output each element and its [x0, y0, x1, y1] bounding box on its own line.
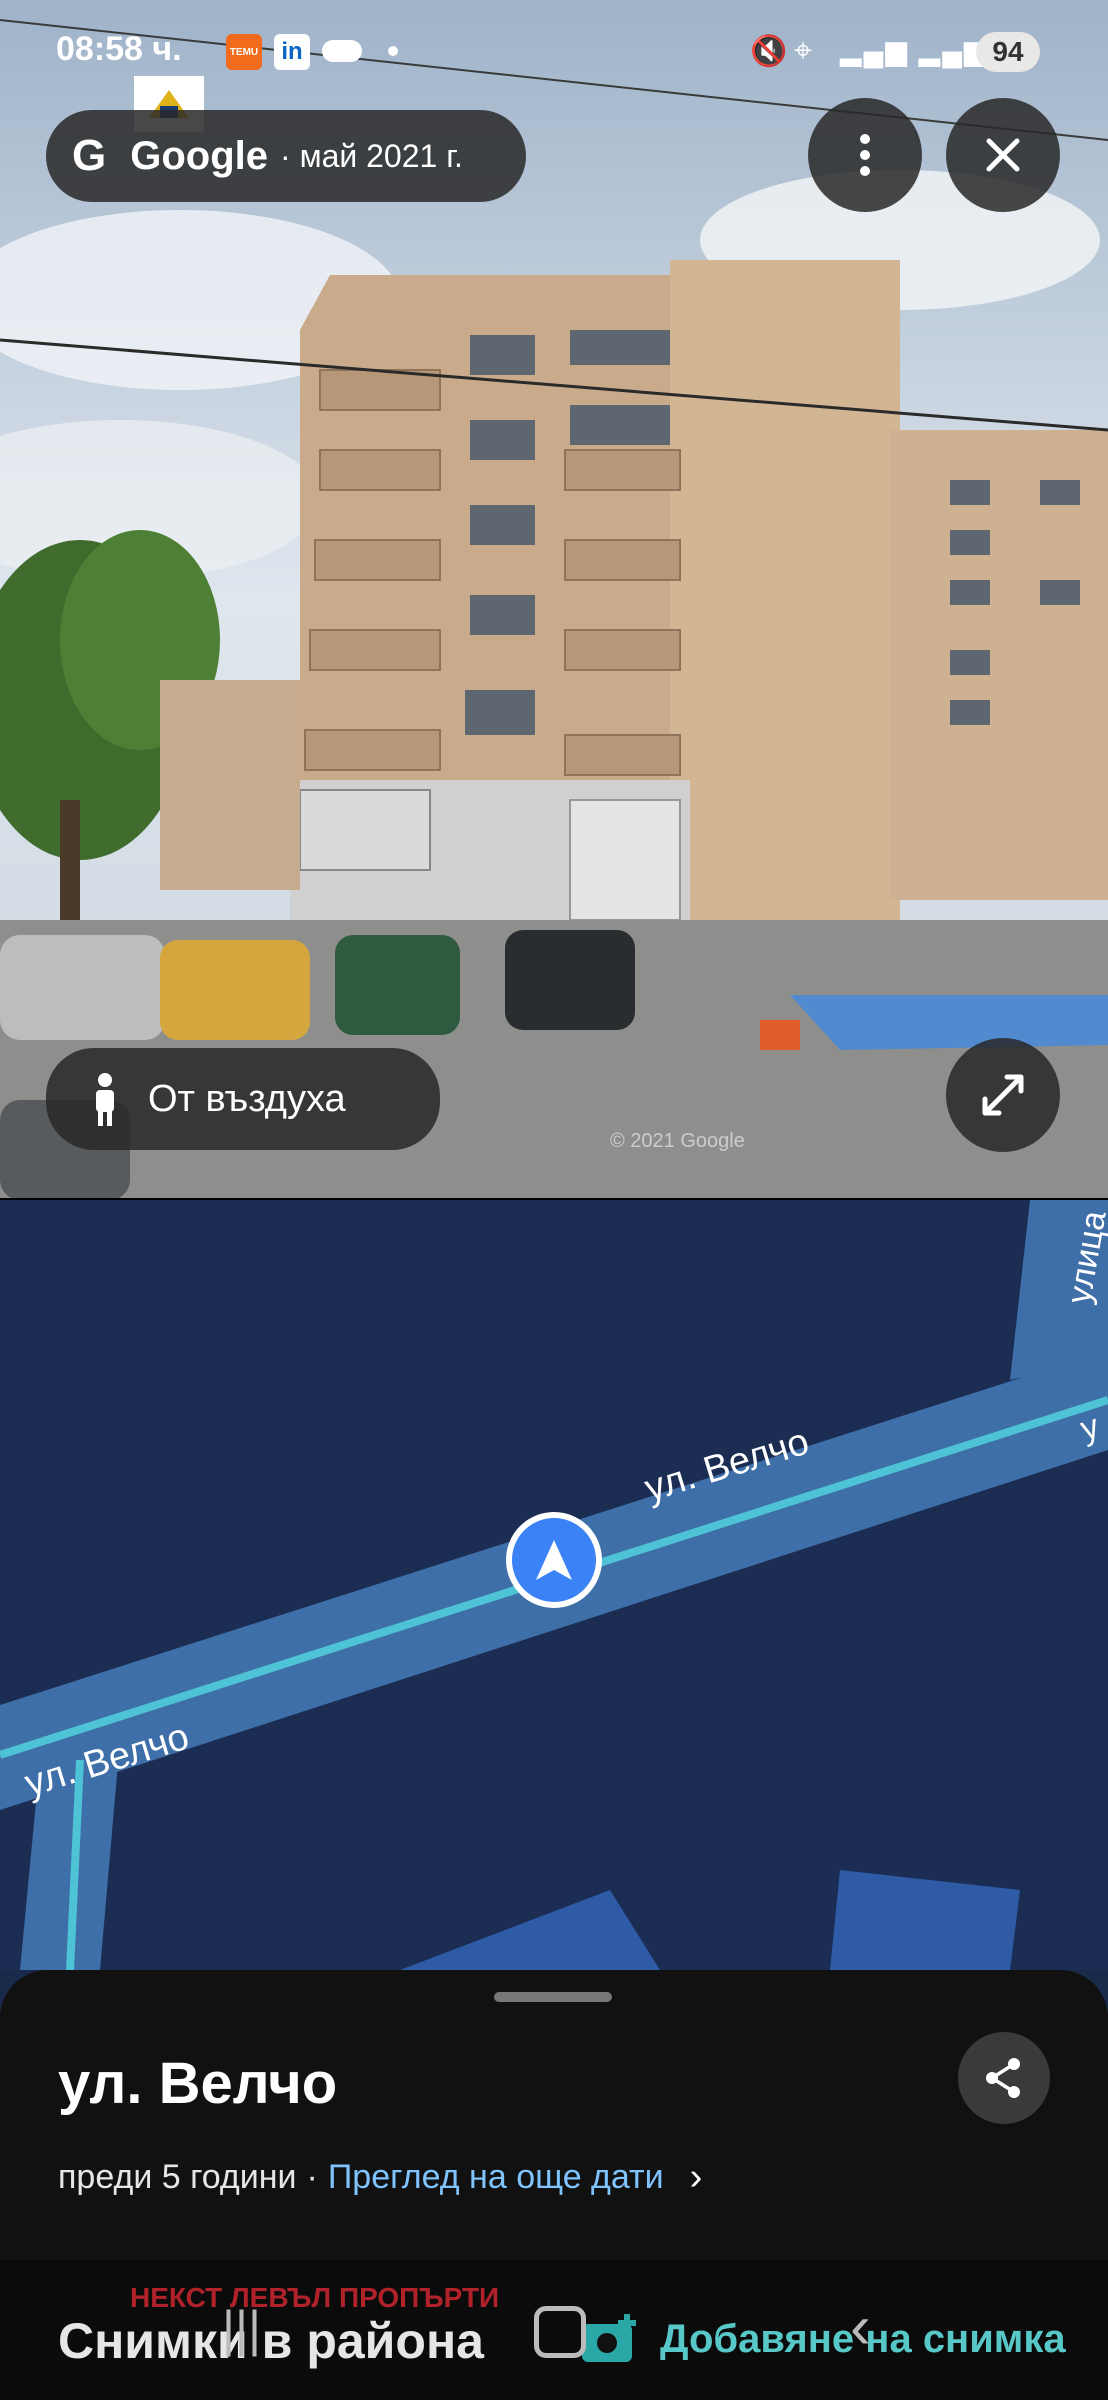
imagery-info-chip[interactable]: G Google · май 2021 г. — [46, 110, 526, 202]
recent-apps-icon[interactable]: ||| — [222, 2300, 261, 2358]
more-options-button[interactable] — [808, 98, 922, 212]
fullscreen-button[interactable] — [946, 1038, 1060, 1152]
more-vert-icon — [860, 134, 870, 176]
person-icon — [96, 1073, 114, 1126]
google-g-icon: G — [72, 131, 107, 180]
add-photo-icon — [582, 2314, 636, 2362]
add-photo-button[interactable]: Добавяне на снимка — [580, 2312, 1066, 2366]
share-icon — [986, 2058, 1020, 2098]
home-icon[interactable] — [534, 2306, 586, 2358]
notification-dot-icon — [388, 46, 398, 56]
more-dates-link[interactable]: Преглед на още дати — [328, 2158, 664, 2197]
cloud-icon — [322, 40, 362, 62]
share-button[interactable] — [958, 2032, 1050, 2124]
capture-date: · май 2021 г. — [280, 137, 463, 174]
place-title: ул. Велчо — [58, 2051, 338, 2116]
overlay-company-text: НЕКСТ ЛЕВЪЛ ПРОПЪРТИ — [130, 2282, 500, 2313]
street-view-photo[interactable]: 08:58 ч. TEMU in 🔇 ⌖ ▂▄▆ ▂▄▆ 94 G Google… — [0, 0, 1108, 1200]
copyright-watermark: © 2021 Google — [610, 1130, 745, 1152]
mini-map[interactable]: ул. Велчо ул. Велчо улица у — [0, 1200, 1108, 1970]
close-button[interactable] — [946, 98, 1060, 212]
back-icon[interactable]: ‹ — [850, 2292, 871, 2363]
close-icon — [986, 138, 1020, 172]
mute-icon: 🔇 — [750, 35, 788, 68]
current-position-marker — [506, 1512, 602, 1608]
brand-label: Google — [130, 133, 269, 178]
imagery-age: преди 5 години — [58, 2158, 297, 2196]
signal-icon: ▂▄▆ ▂▄▆ — [840, 35, 988, 66]
drag-handle[interactable] — [494, 1992, 612, 2002]
navigation-arrow-icon — [536, 1540, 572, 1580]
aerial-view-label: От въздуха — [148, 1077, 346, 1120]
battery-indicator: 94 — [976, 32, 1040, 72]
nearby-photos-heading: Снимки в района — [58, 2313, 484, 2369]
expand-icon — [982, 1074, 1024, 1116]
status-time: 08:58 ч. — [56, 30, 182, 68]
chevron-right-icon: › — [689, 2156, 703, 2198]
aerial-view-button[interactable]: От въздуха — [46, 1048, 440, 1150]
imagery-age-row: преди 5 години · Преглед на още дати › — [58, 2156, 702, 2199]
separator-dot: · — [306, 2158, 318, 2196]
location-icon: ⌖ — [794, 32, 813, 68]
temu-app-icon: TEMU — [226, 34, 262, 70]
linkedin-icon: in — [274, 34, 310, 70]
